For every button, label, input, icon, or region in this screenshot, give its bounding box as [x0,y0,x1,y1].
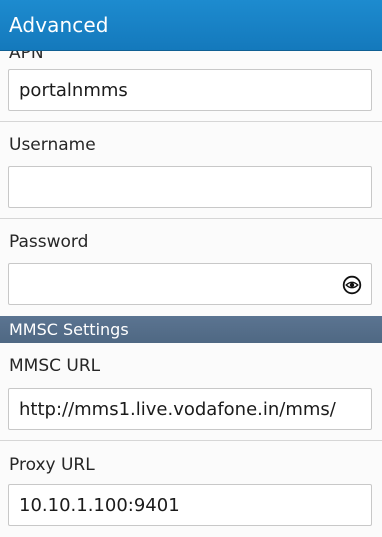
username-field-group: Username [0,122,382,219]
apn-field-group: portalnmms [0,51,382,122]
apn-value: portalnmms [19,79,128,101]
mmsc-url-value: http://mms1.live.vodafone.in/mms/ [19,398,336,420]
username-label: Username [9,135,96,155]
apn-input[interactable]: portalnmms [8,69,372,111]
proxy-url-label: Proxy URL [9,455,95,475]
mmsc-settings-header: MMSC Settings [0,316,382,343]
title-bar: Advanced [0,0,382,51]
password-field-group: Password [0,219,382,316]
page-title: Advanced [9,13,109,37]
password-label: Password [9,232,89,252]
mmsc-url-input[interactable]: http://mms1.live.vodafone.in/mms/ [8,388,372,430]
proxy-url-input[interactable]: 10.10.1.100:9401 [8,484,372,526]
proxy-url-value: 10.10.1.100:9401 [19,494,180,516]
password-input[interactable] [8,263,372,305]
username-input[interactable] [8,166,372,208]
advanced-settings-screen: Advanced APN portalnmms Username Passwor… [0,0,382,537]
eye-icon[interactable] [340,273,364,297]
section-title: MMSC Settings [9,320,129,339]
mmsc-url-field-group: MMSC URL http://mms1.live.vodafone.in/mm… [0,343,382,441]
proxy-url-field-group: Proxy URL 10.10.1.100:9401 [0,441,382,537]
mmsc-url-label: MMSC URL [9,356,101,376]
